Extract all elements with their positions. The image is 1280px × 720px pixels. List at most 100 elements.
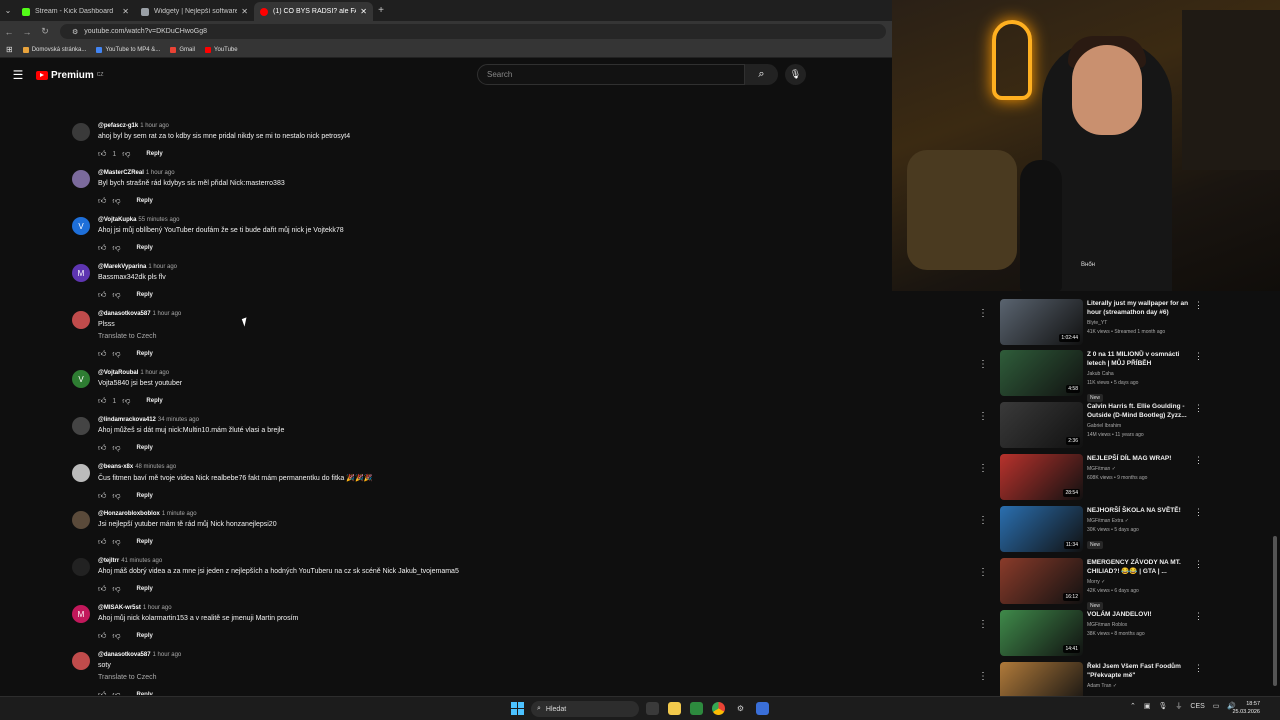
tab-widgety[interactable]: Widgety | Nejlepší software pro ✕	[135, 2, 254, 21]
comment-author[interactable]: @MasterCZReal	[98, 170, 144, 176]
dislike-icon[interactable]: 👎︎	[112, 690, 120, 695]
reload-icon[interactable]: ↻	[36, 26, 54, 37]
comment-author[interactable]: @beans-x8x	[98, 464, 133, 470]
avatar[interactable]	[72, 652, 90, 670]
comment-time[interactable]: 55 minutes ago	[138, 217, 179, 223]
video-thumbnail[interactable]	[1000, 662, 1083, 696]
comment-time[interactable]: 41 minutes ago	[121, 558, 162, 564]
channel-name[interactable]: MGFitman Roblox	[1087, 622, 1193, 628]
video-title[interactable]: VOLÁM JANDELOVI!	[1087, 610, 1193, 619]
related-video-item[interactable]: ⋮ 28:54 NEJLEPŠÍ DÍL MAG WRAP! MGFitman ✓ 60…	[972, 451, 1280, 500]
tab-youtube-video[interactable]: (1) CO BYS RADŠI? ale FAKT se ✕	[254, 2, 373, 21]
new-tab-button[interactable]: +	[373, 5, 389, 16]
related-video-item[interactable]: ⋮ 14:41 VOLÁM JANDELOVI! MGFitman Roblox 38K…	[972, 607, 1280, 656]
comment-author[interactable]: @VojtaKupka	[98, 217, 136, 223]
avatar[interactable]	[72, 311, 90, 329]
like-icon[interactable]: 👍︎	[98, 396, 106, 406]
action-menu-icon[interactable]: ⋮	[1194, 403, 1203, 414]
action-menu-icon[interactable]: ⋮	[1194, 351, 1203, 362]
menu-hamburger-icon[interactable]: ☰	[0, 68, 36, 82]
site-info-icon[interactable]: ⚙	[72, 28, 78, 36]
related-video-item[interactable]: ⋮ 16:12 EMERGENCY ZÁVODY NA MT. CHILIAD?! …	[972, 555, 1280, 610]
close-tab-icon[interactable]: ✕	[122, 7, 129, 16]
network-icon[interactable]: ▣	[1144, 702, 1151, 710]
video-thumbnail[interactable]: 28:54	[1000, 454, 1083, 500]
avatar[interactable]: M	[72, 264, 90, 282]
like-icon[interactable]: 👍︎	[98, 443, 106, 453]
related-video-item[interactable]: ⋮ 1:02:44 Literally just my wallpaper for …	[972, 296, 1280, 345]
reply-button[interactable]: Reply	[146, 398, 162, 404]
chrome-icon[interactable]	[712, 702, 725, 715]
dislike-icon[interactable]: 👎︎	[122, 149, 130, 159]
channel-name[interactable]: Gabriel Ibrahim	[1087, 423, 1193, 429]
video-title[interactable]: Calvin Harris ft. Ellie Goulding - Outsi…	[1087, 402, 1193, 420]
more-vert-icon[interactable]: ⋮	[978, 619, 988, 630]
store-icon[interactable]	[690, 702, 703, 715]
video-thumbnail[interactable]: 11:34	[1000, 506, 1083, 552]
video-thumbnail[interactable]: 14:41	[1000, 610, 1083, 656]
avatar[interactable]	[72, 558, 90, 576]
comment-time[interactable]: 34 minutes ago	[158, 417, 199, 423]
comment-time[interactable]: 1 minute ago	[162, 511, 197, 517]
video-title[interactable]: EMERGENCY ZÁVODY NA MT. CHILIAD?! 😂😂 | G…	[1087, 558, 1193, 576]
tab-kick-dashboard[interactable]: Stream - Kick Dashboard ✕	[16, 2, 135, 21]
channel-name[interactable]: MGFitman Extra ✓	[1087, 518, 1193, 524]
dislike-icon[interactable]: 👎︎	[112, 349, 120, 359]
channel-name[interactable]: Adam Tran ✓	[1087, 683, 1193, 689]
comment-time[interactable]: 48 minutes ago	[135, 464, 176, 470]
dislike-icon[interactable]: 👎︎	[112, 631, 120, 641]
comment-author[interactable]: @danasotkova587	[98, 652, 151, 658]
bookmark-gmail[interactable]: Gmail	[170, 46, 195, 53]
like-icon[interactable]: 👍︎	[98, 349, 106, 359]
voice-search-button[interactable]: 🎙	[785, 64, 806, 85]
taskbar-clock[interactable]: 18:57 25.03.2026	[1228, 700, 1260, 716]
reply-button[interactable]: Reply	[137, 692, 153, 695]
related-video-item[interactable]: ⋮ 2:36 Calvin Harris ft. Ellie Goulding - …	[972, 399, 1280, 448]
translate-link[interactable]: Translate to Czech	[98, 333, 558, 340]
translate-link[interactable]: Translate to Czech	[98, 674, 558, 681]
avatar[interactable]: V	[72, 217, 90, 235]
language-indicator[interactable]: CES	[1190, 703, 1204, 710]
taskbar-search-input[interactable]: ⌕ Hledat	[531, 701, 639, 717]
action-menu-icon[interactable]: ⋮	[1194, 559, 1203, 570]
reply-button[interactable]: Reply	[146, 151, 162, 157]
video-title[interactable]: Řekl Jsem Všem Fast Foodům "Překvapte mě…	[1087, 662, 1193, 680]
comment-author[interactable]: @lindamrackova412	[98, 417, 156, 423]
reply-button[interactable]: Reply	[137, 245, 153, 251]
action-menu-icon[interactable]: ⋮	[1194, 507, 1203, 518]
like-icon[interactable]: 👍︎	[98, 491, 106, 501]
video-title[interactable]: Literally just my wallpaper for an hour …	[1087, 299, 1193, 317]
comment-author[interactable]: @VojtaRoubal	[98, 370, 138, 376]
search-input[interactable]: Search	[477, 64, 745, 85]
url-field[interactable]: ⚙ youtube.com/watch?v=DKDuCHwoGg8	[60, 24, 886, 39]
task-view-icon[interactable]	[646, 702, 659, 715]
channel-name[interactable]: MGFitman ✓	[1087, 466, 1193, 472]
action-menu-icon[interactable]: ⋮	[1194, 611, 1203, 622]
bookmark-youtube[interactable]: YouTube	[205, 46, 238, 53]
avatar[interactable]	[72, 417, 90, 435]
avatar[interactable]	[72, 123, 90, 141]
tab-search-chevron-icon[interactable]: ⌄	[0, 6, 16, 15]
video-title[interactable]: NEJLEPŠÍ DÍL MAG WRAP!	[1087, 454, 1193, 463]
apps-grid-icon[interactable]: ⊞	[6, 45, 13, 54]
dislike-icon[interactable]: 👎︎	[112, 491, 120, 501]
comment-time[interactable]: 1 hour ago	[148, 264, 177, 270]
reply-button[interactable]: Reply	[137, 351, 153, 357]
related-video-item[interactable]: ⋮ 11:34 NEJHORŠÍ ŠKOLA NA SVĚTĚ! MGFitman E…	[972, 503, 1280, 552]
like-icon[interactable]: 👍︎	[98, 537, 106, 547]
dislike-icon[interactable]: 👎︎	[112, 443, 120, 453]
comment-time[interactable]: 1 hour ago	[140, 370, 169, 376]
settings-gear-icon[interactable]: ⚙	[734, 702, 747, 715]
video-thumbnail[interactable]: 16:12	[1000, 558, 1083, 604]
back-arrow-icon[interactable]: ←	[0, 27, 18, 37]
avatar[interactable]	[72, 464, 90, 482]
more-vert-icon[interactable]: ⋮	[978, 515, 988, 526]
file-explorer-icon[interactable]	[668, 702, 681, 715]
video-title[interactable]: Z 0 na 11 MILIONŮ v osmnácti letech | MŮ…	[1087, 350, 1193, 368]
dislike-icon[interactable]: 👎︎	[112, 243, 120, 253]
microphone-icon[interactable]: 🎙	[1159, 702, 1168, 710]
comment-author[interactable]: @Honzarobloxboblox	[98, 511, 160, 517]
more-vert-icon[interactable]: ⋮	[978, 463, 988, 474]
video-title[interactable]: NEJHORŠÍ ŠKOLA NA SVĚTĚ!	[1087, 506, 1193, 515]
comment-author[interactable]: @pefascz-g1k	[98, 123, 138, 129]
